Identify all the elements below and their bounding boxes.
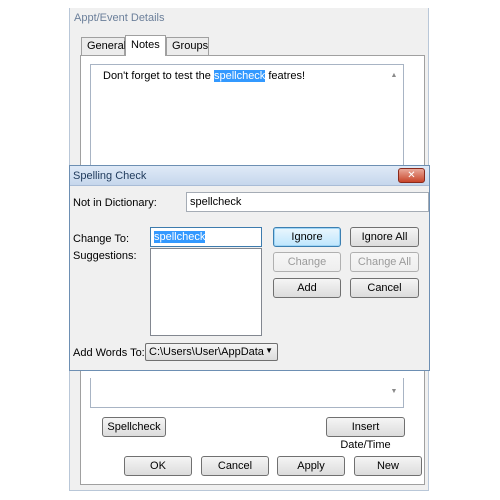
not-in-dictionary-field: spellcheck [186, 192, 429, 212]
suggestions-list[interactable] [150, 248, 262, 336]
scroll-up-icon[interactable]: ▲ [389, 71, 399, 81]
scroll-down-icon[interactable]: ▼ [389, 387, 399, 397]
change-button[interactable]: Change [273, 252, 341, 272]
suggestions-label: Suggestions: [73, 250, 137, 262]
not-in-dictionary-label: Not in Dictionary: [73, 197, 157, 209]
add-button[interactable]: Add [273, 278, 341, 298]
change-all-button[interactable]: Change All [350, 252, 419, 272]
notes-text: Don't forget to test the spellcheck feat… [103, 70, 306, 82]
add-words-to-select[interactable]: C:\Users\User\AppData ▼ [145, 343, 278, 361]
spellcheck-button[interactable]: Spellcheck [102, 417, 166, 437]
spelling-titlebar: Spelling Check ✕ [70, 166, 429, 186]
chevron-down-icon: ▼ [265, 346, 273, 355]
add-words-to-label: Add Words To: [73, 347, 145, 359]
ignore-all-button[interactable]: Ignore All [350, 227, 419, 247]
spell-cancel-button[interactable]: Cancel [350, 278, 419, 298]
insert-date-time-button[interactable]: Insert Date/Time [326, 417, 405, 451]
highlighted-word: spellcheck [213, 70, 266, 82]
tab-general[interactable]: General [81, 37, 126, 55]
change-to-input[interactable]: spellcheck [150, 227, 262, 247]
apply-button[interactable]: Apply [277, 456, 345, 476]
notes-textarea-lower[interactable]: ▼ [90, 378, 404, 408]
spelling-check-dialog: Spelling Check ✕ Not in Dictionary: spel… [69, 165, 430, 371]
cancel-button[interactable]: Cancel [201, 456, 269, 476]
tab-groups[interactable]: Groups [166, 37, 209, 55]
change-to-label: Change To: [73, 233, 130, 245]
ignore-button[interactable]: Ignore [273, 227, 341, 247]
tab-notes[interactable]: Notes [125, 35, 166, 56]
dialog-title: Appt/Event Details [74, 12, 165, 24]
ok-button[interactable]: OK [124, 456, 192, 476]
new-button[interactable]: New [354, 456, 422, 476]
close-icon[interactable]: ✕ [398, 168, 425, 183]
spelling-title: Spelling Check [73, 170, 147, 182]
